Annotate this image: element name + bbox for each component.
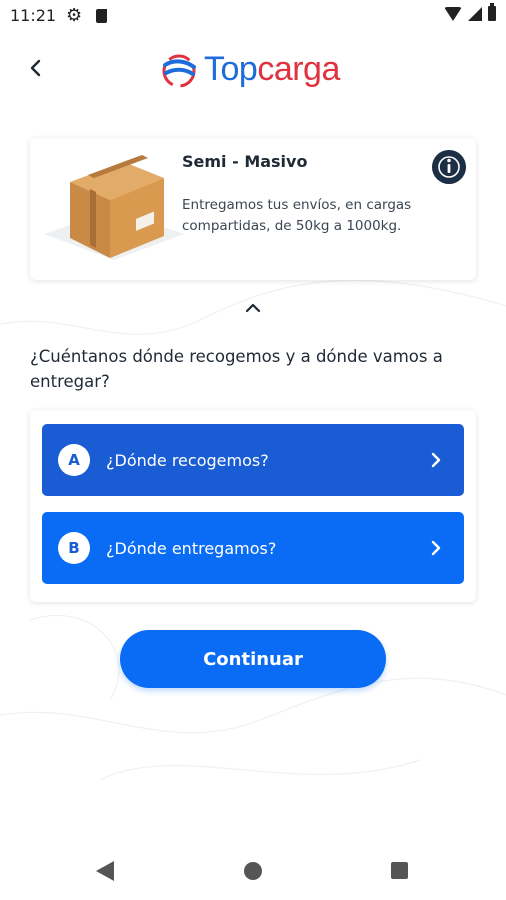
nav-recents-icon[interactable] [391, 862, 408, 879]
logo-text-carga: carga [257, 50, 340, 88]
wifi-icon [444, 6, 462, 21]
pickup-badge: A [58, 444, 90, 476]
delivery-location-button[interactable]: B ¿Dónde entregamos? [42, 512, 464, 584]
pickup-label: ¿Dónde recogemos? [106, 450, 269, 470]
chevron-up-icon[interactable] [243, 300, 263, 316]
cell-signal-icon [468, 6, 482, 21]
sd-card-icon [96, 9, 107, 23]
chevron-right-icon [431, 540, 441, 556]
android-nav-bar [0, 845, 506, 900]
status-time: 11:21 [10, 6, 57, 25]
pickup-location-button[interactable]: A ¿Dónde recogemos? [42, 424, 464, 496]
logo-wordmark: Topcarga [204, 50, 340, 89]
service-card: Semi - Masivo Entregamos tus envíos, en … [30, 138, 476, 280]
battery-icon [488, 3, 496, 21]
continue-button[interactable]: Continuar [120, 630, 386, 688]
delivery-label: ¿Dónde entregamos? [106, 538, 277, 558]
route-question: ¿Cuéntanos dónde recogemos y a dónde vam… [30, 347, 443, 391]
topcarga-logo-mark-icon [162, 54, 196, 87]
status-indicators [444, 3, 496, 21]
info-icon[interactable] [432, 150, 466, 184]
status-bar: 11:21 ⚙ [0, 0, 506, 32]
address-panel: A ¿Dónde recogemos? B ¿Dónde entregamos? [30, 410, 476, 602]
chevron-right-icon [431, 452, 441, 468]
delivery-badge: B [58, 532, 90, 564]
service-title: Semi - Masivo [182, 152, 308, 171]
service-description: Entregamos tus envíos, en cargas compart… [182, 197, 412, 234]
back-arrow-icon[interactable] [24, 56, 48, 80]
settings-gear-icon: ⚙ [66, 5, 83, 26]
topcarga-logo: Topcarga [160, 50, 340, 89]
cardboard-box-illustration [44, 155, 184, 260]
app-header: Topcarga [0, 40, 506, 100]
nav-home-icon[interactable] [244, 862, 262, 880]
nav-back-icon[interactable] [96, 861, 114, 881]
logo-text-top: Top [204, 50, 258, 88]
